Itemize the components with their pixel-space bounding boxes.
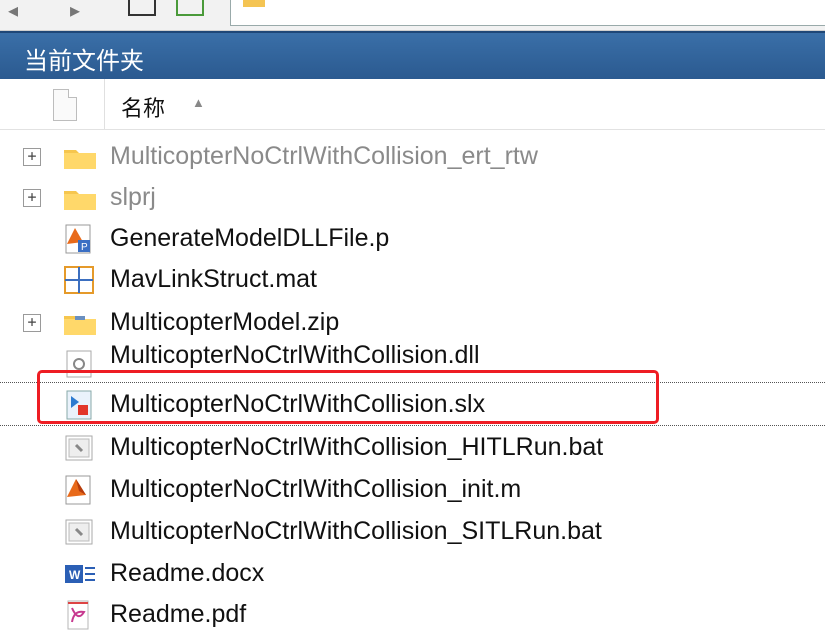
file-name: slprj [110, 183, 156, 211]
browse-folder-icon[interactable] [176, 0, 204, 16]
file-name: MulticopterNoCtrlWithCollision_HITLRun.b… [110, 433, 604, 461]
expand-icon[interactable]: + [23, 148, 41, 166]
expand-icon[interactable]: + [23, 314, 41, 332]
word-doc-icon: W [61, 559, 99, 589]
pdf-file-icon [61, 600, 99, 630]
svg-text:P: P [81, 242, 88, 253]
file-row[interactable]: + slprj [0, 177, 825, 217]
svg-text:W: W [69, 568, 81, 582]
file-row[interactable]: MulticopterNoCtrlWithCollision_init.m [0, 469, 825, 509]
file-row[interactable]: MulticopterNoCtrlWithCollision_HITLRun.b… [0, 427, 825, 467]
sort-ascending-icon: ▲ [192, 95, 205, 110]
column-separator[interactable] [104, 79, 105, 129]
path-folder-icon [243, 0, 265, 7]
file-name: MulticopterNoCtrlWithCollision_SITLRun.b… [110, 517, 602, 545]
expand-icon[interactable]: + [23, 189, 41, 207]
selection-line-bottom [0, 425, 825, 427]
back-arrow-icon[interactable]: ◂ [8, 0, 18, 23]
bat-file-icon [61, 433, 99, 463]
file-name: MulticopterNoCtrlWithCollision_init.m [110, 475, 522, 503]
file-name: MulticopterNoCtrlWithCollision_ert_rtw [110, 142, 538, 170]
file-row[interactable]: MavLinkStruct.mat [0, 259, 825, 299]
path-field[interactable] [230, 0, 825, 26]
matlab-script-icon [61, 475, 99, 505]
file-row[interactable]: W Readme.docx [0, 553, 825, 593]
file-type-column-icon[interactable] [53, 89, 77, 121]
file-row[interactable]: MulticopterNoCtrlWithCollision_SITLRun.b… [0, 511, 825, 551]
current-folder-titlebar: 当前文件夹 [0, 31, 825, 79]
matlab-p-file-icon: P [61, 224, 99, 254]
file-row[interactable]: + MulticopterNoCtrlWithCollision_ert_rtw [0, 136, 825, 176]
name-column-header[interactable]: 名称 [121, 91, 165, 123]
file-row[interactable]: Readme.pdf [0, 594, 825, 634]
panel-title: 当前文件夹 [24, 47, 144, 75]
file-name: MavLinkStruct.mat [110, 265, 318, 293]
folder-icon [61, 183, 99, 213]
file-name: MulticopterModel.zip [110, 308, 340, 336]
bat-file-icon [61, 517, 99, 547]
forward-arrow-icon[interactable]: ▸ [70, 0, 80, 23]
file-name: MulticopterNoCtrlWithCollision.dll [110, 341, 480, 369]
file-name: Readme.pdf [110, 600, 247, 628]
mat-file-icon [61, 265, 99, 295]
folder-icon [61, 142, 99, 172]
file-row[interactable]: P GenerateModelDLLFile.p [0, 218, 825, 258]
highlight-box [37, 370, 659, 424]
file-row[interactable]: + MulticopterModel.zip [0, 302, 825, 342]
file-name: GenerateModelDLLFile.p [110, 224, 390, 252]
file-name: Readme.docx [110, 559, 265, 587]
address-bar: ◂ ▸ [0, 0, 825, 31]
column-header: 名称 ▲ [0, 79, 825, 130]
zip-folder-icon [61, 308, 99, 338]
folder-up-icon[interactable] [128, 0, 156, 16]
